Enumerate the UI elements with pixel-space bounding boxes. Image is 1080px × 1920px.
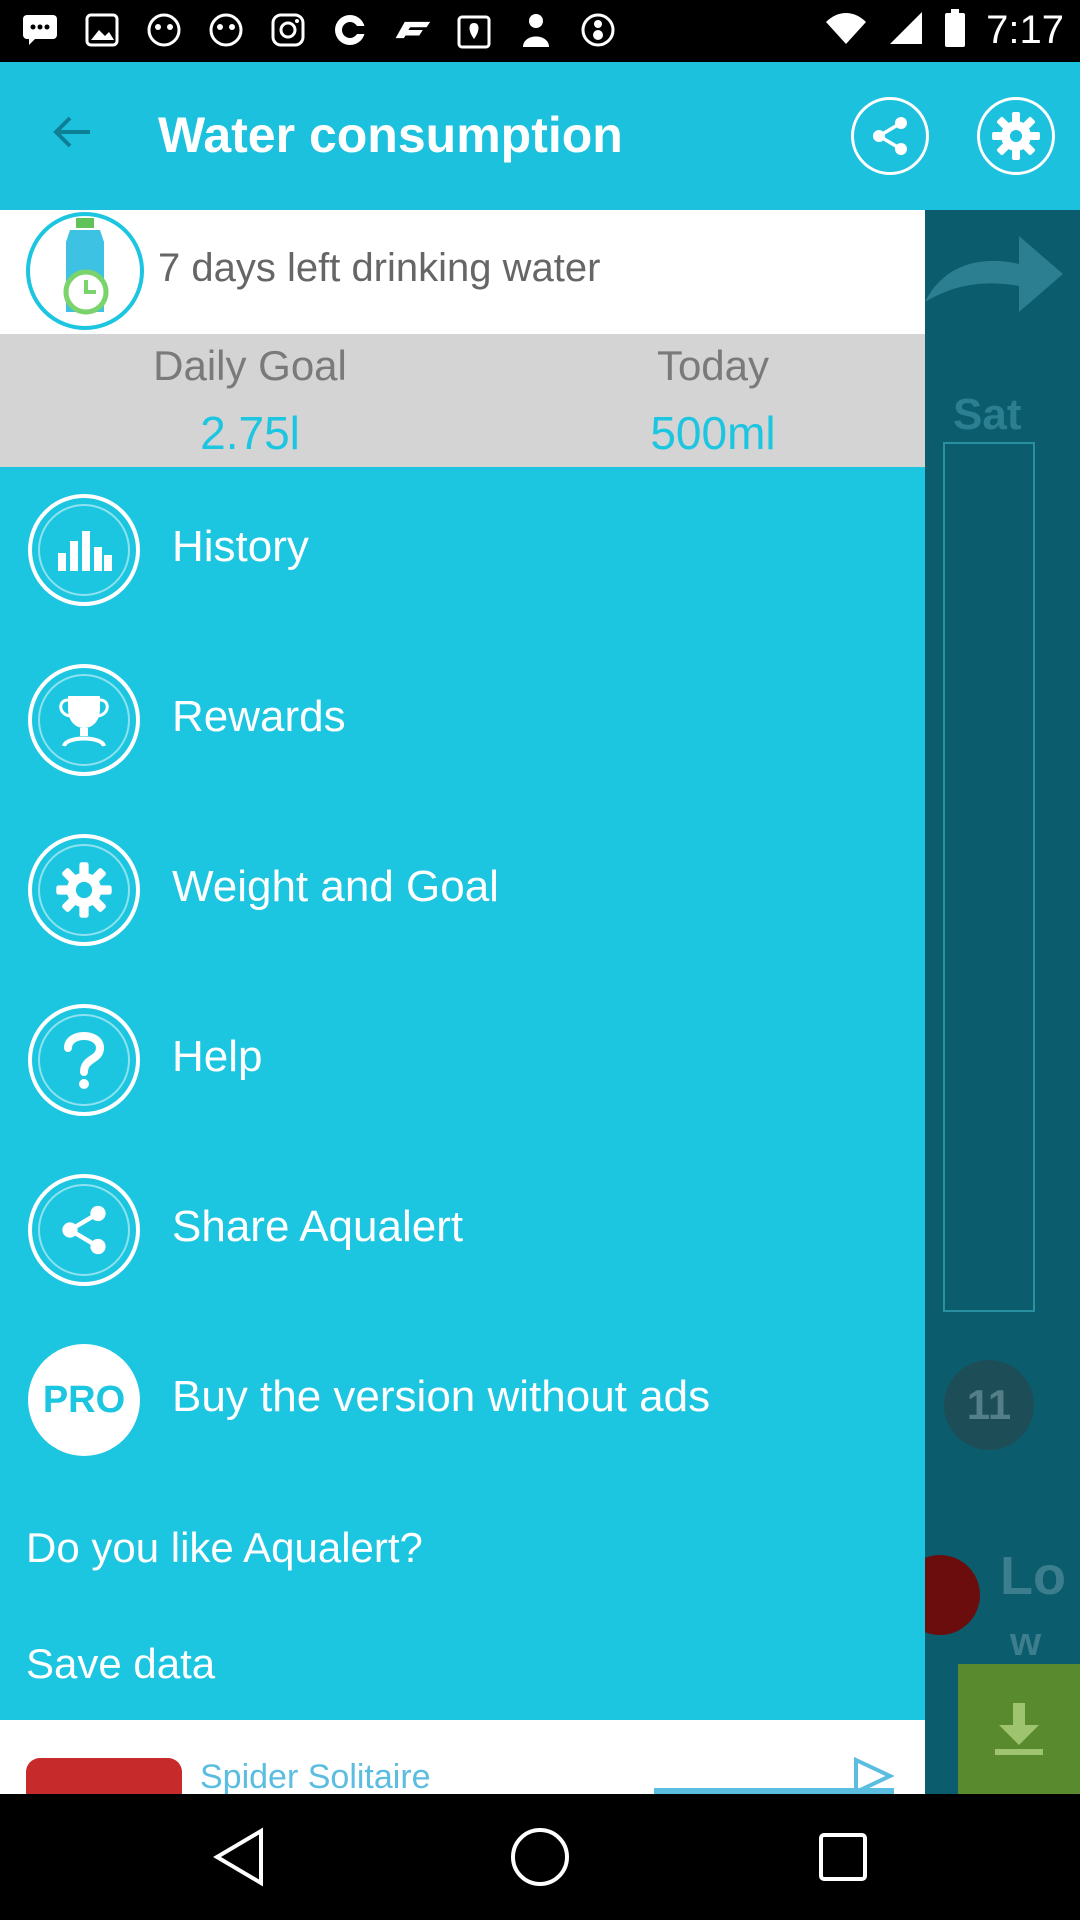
menu-label-rewards: Rewards: [172, 692, 346, 741]
background-text-small: w: [1010, 1620, 1042, 1664]
download-icon: [995, 1703, 1043, 1755]
8ball-icon: [578, 10, 618, 50]
menu-label-weight-and-goal: Weight and Goal: [172, 862, 499, 911]
menu-label-buy-pro: Buy the version without ads: [172, 1372, 711, 1421]
recents-nav-button[interactable]: [810, 1824, 876, 1890]
like-aqualert-link[interactable]: Do you like Aqualert?: [26, 1524, 423, 1572]
pro-badge-text: PRO: [42, 1378, 126, 1421]
share-icon: [28, 1174, 140, 1286]
menu-label-history: History: [172, 522, 309, 571]
menu-item-share-aqualert[interactable]: Share Aqualert: [0, 1166, 925, 1296]
f1-icon: [392, 10, 432, 50]
daily-goal-label: Daily Goal: [153, 342, 347, 389]
ad-title: Spider Solitaire: [200, 1758, 431, 1794]
redo-arrow-icon: [925, 236, 1063, 312]
day-label: Sat: [953, 390, 1022, 439]
back-button[interactable]: [44, 104, 100, 160]
day-number-badge: 11: [944, 1360, 1034, 1450]
question-icon: [28, 1004, 140, 1116]
pro-badge-icon: PRO: [28, 1344, 140, 1456]
arrow-back-icon: [53, 116, 90, 148]
app-bar: Water consumption: [0, 62, 1080, 210]
days-left-text: 7 days left drinking water: [158, 246, 601, 290]
navigation-drawer: 7 days left drinking water Daily Goal 2.…: [0, 210, 925, 1794]
wifi-icon: [824, 10, 868, 51]
bar-chart-icon: [28, 494, 140, 606]
background-text: Lo: [1000, 1546, 1066, 1606]
day-column: [943, 442, 1035, 1312]
menu-item-help[interactable]: Help: [0, 996, 925, 1126]
ad-app-logo: [26, 1758, 182, 1794]
menu-item-weight-and-goal[interactable]: Weight and Goal: [0, 826, 925, 956]
message-icon: [20, 10, 60, 50]
download-button[interactable]: [958, 1664, 1080, 1794]
save-data-link[interactable]: Save data: [26, 1640, 215, 1688]
instagram-icon: [268, 10, 308, 50]
trophy-icon: [28, 664, 140, 776]
today-intake: Today 500ml: [563, 342, 863, 460]
settings-button[interactable]: [977, 97, 1055, 175]
home-circle-icon: [511, 1828, 569, 1886]
menu-label-share-aqualert: Share Aqualert: [172, 1202, 464, 1251]
water-bottle-icon: [26, 212, 144, 330]
back-nav-button[interactable]: [206, 1824, 272, 1890]
gear-icon: [28, 834, 140, 946]
share-icon: [873, 117, 907, 155]
share-button[interactable]: [851, 97, 929, 175]
navigation-bar: [0, 1794, 1080, 1920]
ad-play-icon: [854, 1756, 894, 1794]
battery-icon: [944, 9, 966, 52]
ad-banner[interactable]: Spider Solitaire: [0, 1720, 925, 1794]
person-icon: [516, 10, 556, 50]
daily-goal-value: 2.75l: [200, 407, 300, 459]
recents-square-icon: [819, 1833, 867, 1881]
menu-item-buy-pro[interactable]: PRO Buy the version without ads: [0, 1336, 925, 1466]
signal-icon: [888, 10, 924, 51]
circle-app-icon: [330, 10, 370, 50]
game-icon: [206, 10, 246, 50]
status-bar: 7:17: [0, 0, 1080, 62]
menu-item-rewards[interactable]: Rewards: [0, 656, 925, 786]
today-label: Today: [656, 342, 770, 389]
notification-icons: [20, 10, 618, 50]
menu-item-history[interactable]: History: [0, 486, 925, 616]
page-title: Water consumption: [158, 107, 623, 163]
system-icons: 7:17: [824, 8, 1064, 53]
game-icon: [144, 10, 184, 50]
back-triangle-icon: [213, 1827, 263, 1887]
home-nav-button[interactable]: [507, 1824, 573, 1890]
clock: 7:17: [986, 8, 1064, 52]
drawer-header: 7 days left drinking water: [0, 210, 925, 334]
goal-summary: Daily Goal 2.75l Today 500ml: [0, 334, 925, 467]
today-value: 500ml: [650, 407, 776, 459]
menu-label-help: Help: [172, 1032, 263, 1081]
fake-gps-icon: [454, 10, 494, 50]
daily-goal: Daily Goal 2.75l: [100, 342, 400, 460]
photo-icon: [82, 10, 122, 50]
gear-icon: [992, 112, 1040, 160]
